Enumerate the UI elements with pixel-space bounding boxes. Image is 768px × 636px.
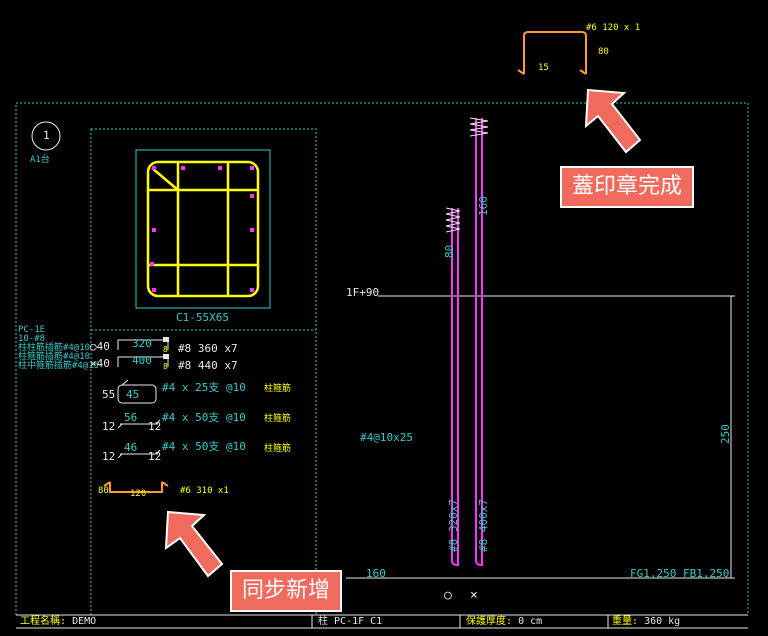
bar-row-num: 8 xyxy=(163,362,168,371)
stirrup-note: 柱箍筋 xyxy=(264,384,292,394)
note-line: 柱中箍筋插筋#4@15 xyxy=(18,361,100,371)
stamp-complete-callout: 蓋印章完成 xyxy=(560,166,695,208)
stirrup-inner: 56 xyxy=(124,411,138,424)
project-value: DEMO xyxy=(72,616,97,627)
stirrup-top-dim-left: 15 xyxy=(538,63,549,73)
circle-marker-number: 1 xyxy=(43,129,50,142)
left-notes: PC-1E 10-#8 柱柱筋插筋#4@10 柱箍筋插筋#4@10 柱中箍筋插筋… xyxy=(18,326,99,371)
bar-row-text: #8 440 x7 xyxy=(178,359,238,372)
stirrup-inner: 45 xyxy=(126,388,140,401)
stirrup-text: #4 x 25支 @10 xyxy=(162,381,246,394)
circle-symbol: ○ xyxy=(444,588,452,603)
stirrup-top-dim-right: 80 xyxy=(598,47,609,57)
member-name: 柱 PC-1F C1 xyxy=(318,616,383,627)
cad-linework xyxy=(15,31,749,629)
stirrup-right: 12 xyxy=(148,420,162,433)
new-stirrup-left: 80 xyxy=(98,486,109,496)
footer-weight: 重量: 360 kg xyxy=(612,616,680,628)
footer-cover: 保護厚度: 0 cm xyxy=(466,616,542,628)
section-label: C1-55X65 xyxy=(176,311,229,324)
bar-row-length: 320 xyxy=(132,337,152,350)
hoop-spacing: #4@10x25 xyxy=(360,431,413,444)
cover-label: 保護厚度: xyxy=(466,616,513,627)
bar-left-dim: 80 xyxy=(443,244,456,258)
stirrup-top-label: #6 120 x 1 xyxy=(586,23,641,33)
bar-right-label: #8 400x7 xyxy=(477,499,490,552)
bar-row-prefix: ○40 xyxy=(90,340,110,353)
marker-caption: A1台 xyxy=(30,155,50,165)
bottom-right-label: FG1,250 FB1,250 xyxy=(630,567,730,580)
bar-left-label: #8 320x7 xyxy=(447,499,460,552)
new-stirrup-text: #6 310 x1 xyxy=(180,486,229,496)
stirrup-left: 55 xyxy=(102,388,116,401)
height-dim: 250 xyxy=(719,424,732,444)
footer-project: 工程名稱: DEMO xyxy=(20,616,96,628)
stirrup-note: 柱箍筋 xyxy=(264,444,292,454)
cross-symbol: × xyxy=(470,588,478,603)
sync-add-callout: 同步新增 xyxy=(230,570,343,612)
stirrup-note: 柱箍筋 xyxy=(264,414,292,424)
stirrup-text: #4 x 50支 @10 xyxy=(162,440,246,453)
project-label: 工程名稱: xyxy=(20,616,67,627)
stirrup-right: 12 xyxy=(148,450,162,463)
bar-row-prefix: ×40 xyxy=(90,357,110,370)
bar-row-length: 400 xyxy=(132,354,152,367)
level-label: 1F+90 xyxy=(346,286,380,299)
stirrup-left: 12 xyxy=(102,450,116,463)
new-stirrup-inner: 120 xyxy=(130,489,147,499)
stirrup-text: #4 x 50支 @10 xyxy=(162,411,246,424)
weight-value: 360 kg xyxy=(644,616,681,627)
stirrup-left: 12 xyxy=(102,420,116,433)
bar-right-dim: 160 xyxy=(477,196,490,216)
bottom-dim: 160 xyxy=(366,567,386,580)
bar-row-text: #8 360 x7 xyxy=(178,342,238,355)
weight-label: 重量: xyxy=(612,616,639,627)
bar-row-num: 8 xyxy=(163,345,168,354)
cover-value: 0 cm xyxy=(518,616,543,627)
stirrup-inner: 46 xyxy=(124,441,138,454)
